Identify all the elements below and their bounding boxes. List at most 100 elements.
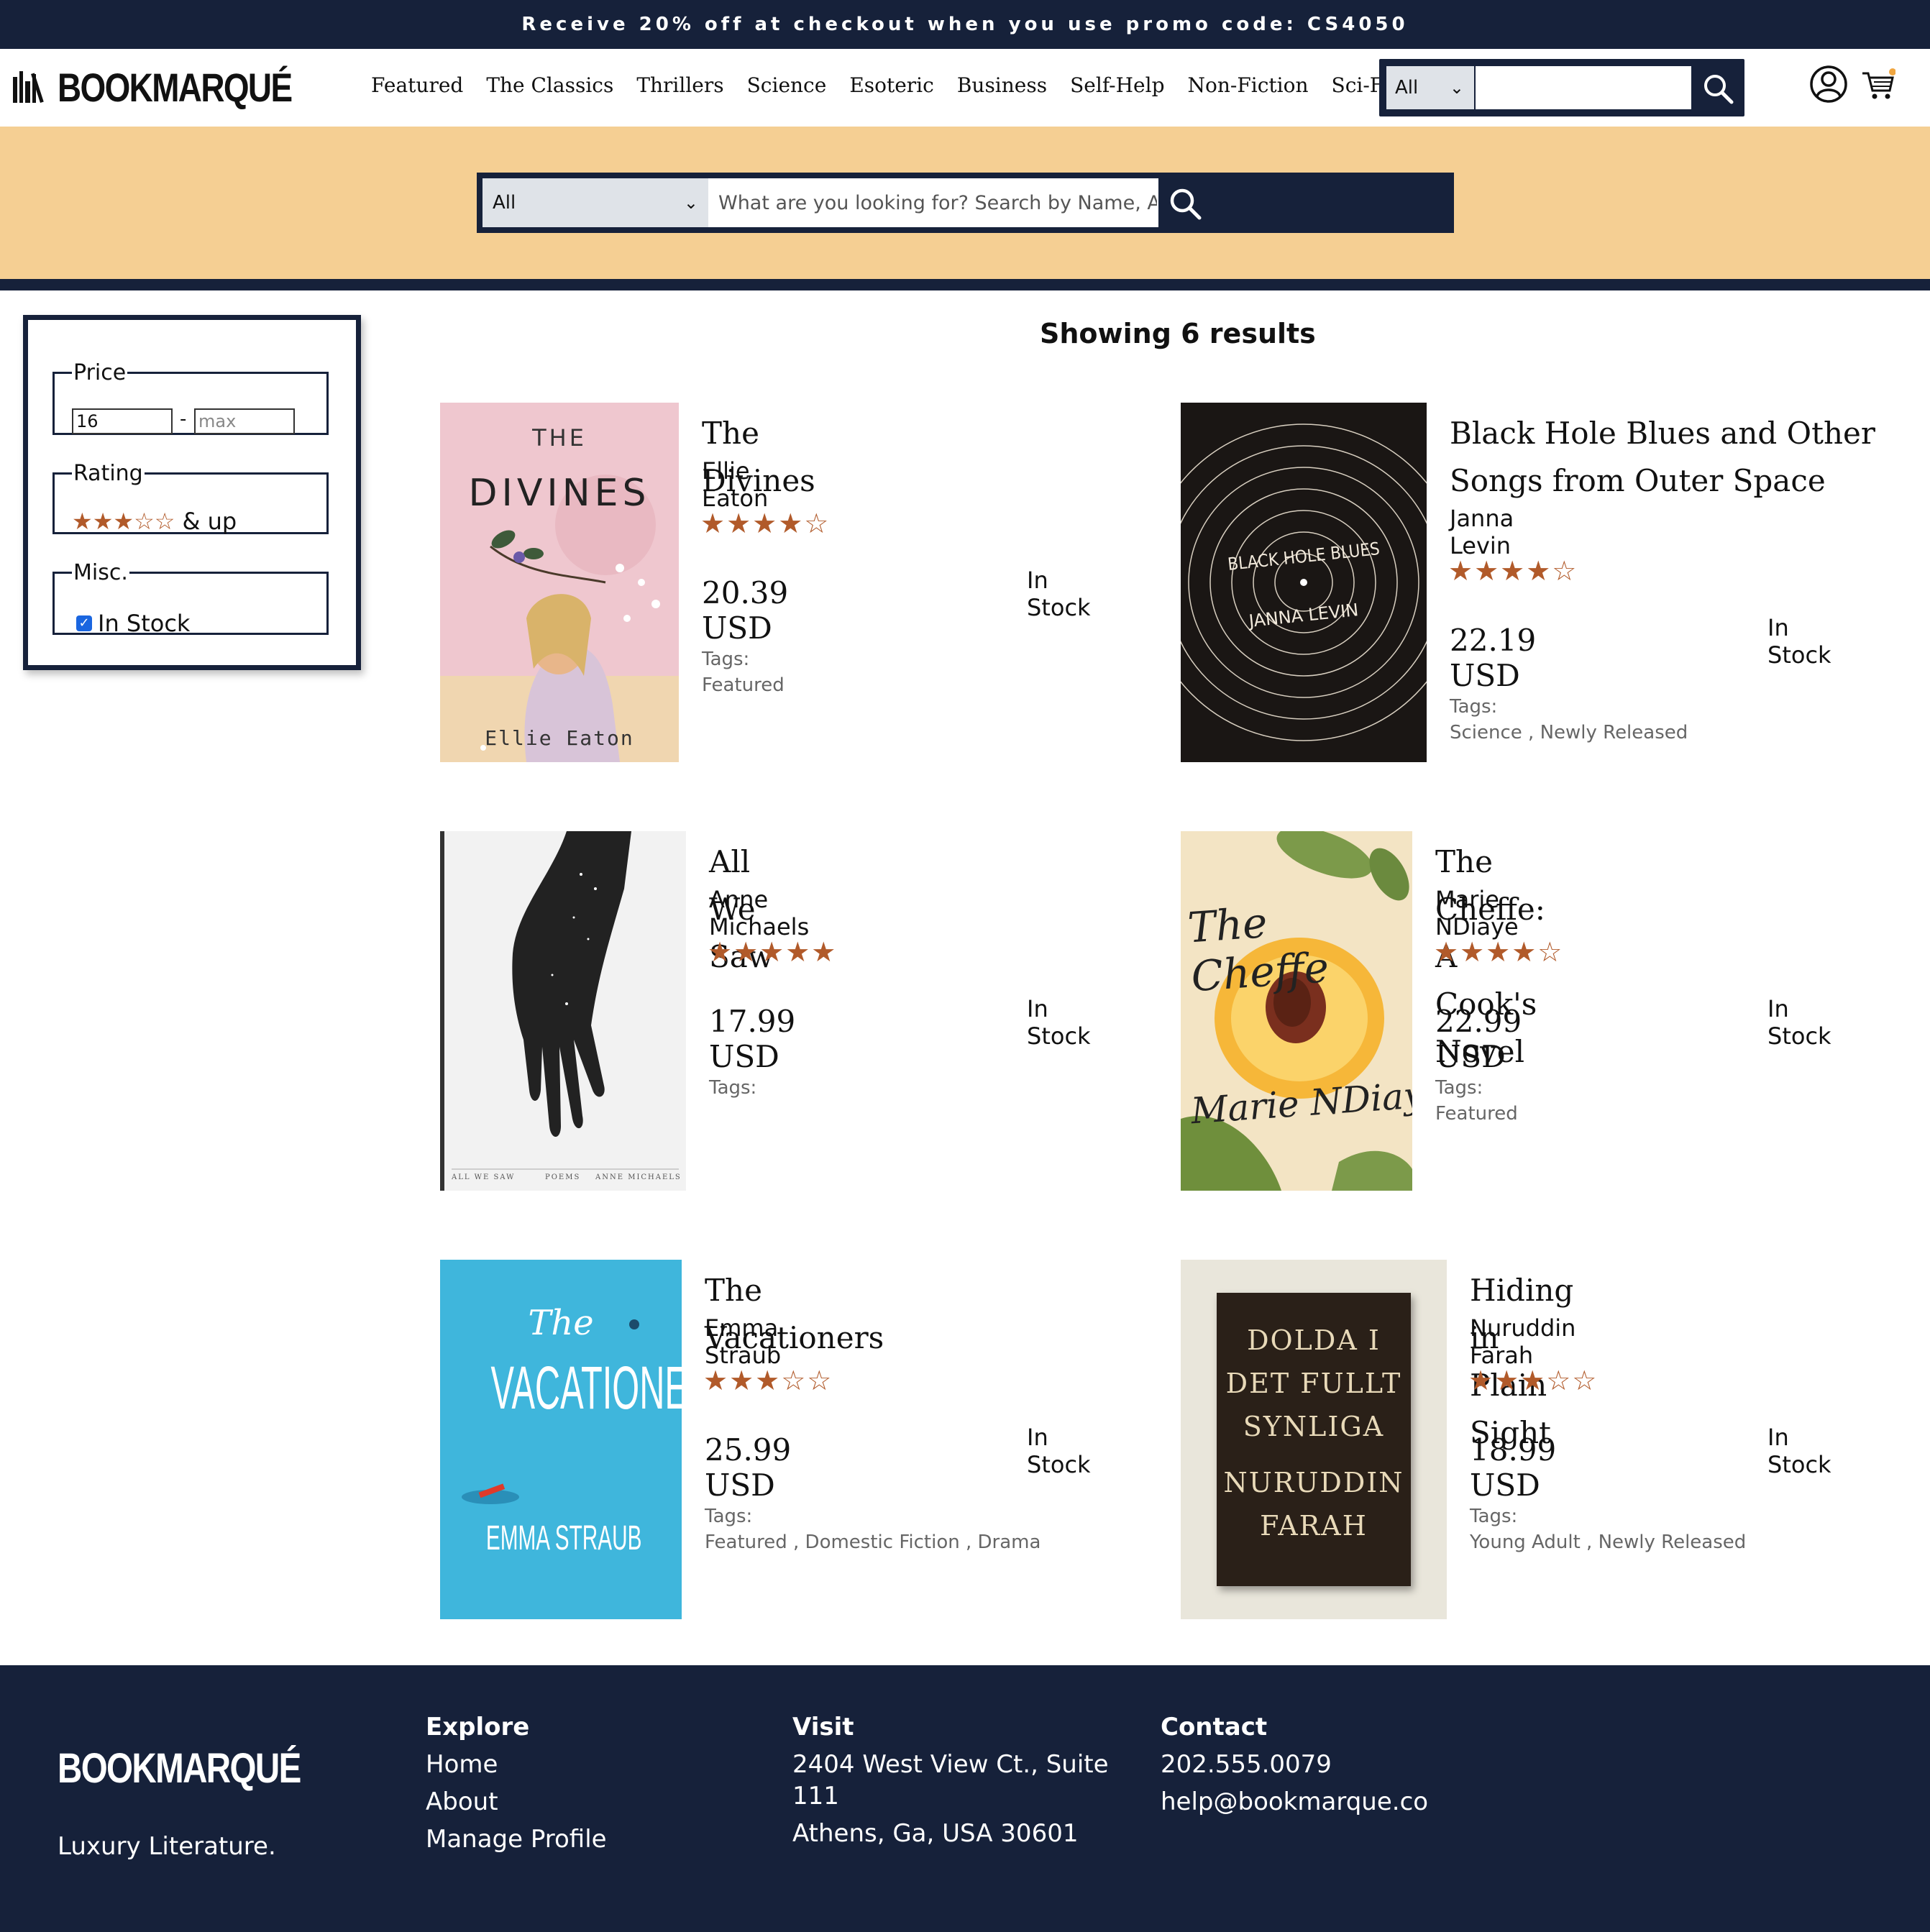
cover-text: ANNE MICHAELS: [595, 1173, 682, 1181]
cover-text: ALL WE SAW: [452, 1173, 516, 1181]
results-count: Showing 6 results: [1040, 318, 1316, 349]
header-search: All ⌄: [1379, 59, 1744, 116]
product-tags[interactable]: Science , Newly Released: [1450, 722, 1688, 743]
cover-text: The: [528, 1303, 594, 1343]
site-footer: BOOKMARQUÉ Luxury Literature. Explore Ho…: [0, 1665, 1930, 1932]
tags-label: Tags:: [1450, 696, 1498, 718]
stock-status: In Stock: [1767, 614, 1831, 669]
nav-self-help[interactable]: Self-Help: [1070, 73, 1164, 97]
cover-text: DET FULLT: [1225, 1368, 1402, 1399]
nav-the-classics[interactable]: The Classics: [486, 73, 613, 97]
product-price: 22.19 USD: [1450, 623, 1537, 693]
footer-address-line: Athens, Ga, USA 30601: [792, 1819, 1079, 1848]
site-header: BOOKMARQUÉ Featured The Classics Thrille…: [0, 49, 1930, 127]
product-tags[interactable]: Young Adult , Newly Released: [1470, 1532, 1746, 1553]
rating-legend: Rating: [73, 461, 143, 486]
product-title[interactable]: Black Hole Blues and Other Songs from Ou…: [1450, 410, 1881, 505]
main-search-input[interactable]: [708, 178, 1158, 227]
product-tags[interactable]: Featured: [1435, 1103, 1518, 1125]
product-author: Anne Michaels: [709, 886, 810, 940]
rating-filter: Rating ★ ★ ★ ☆ ☆ & up: [52, 461, 329, 535]
product-price: 17.99 USD: [709, 1004, 796, 1074]
product-rating: ★★★★☆: [1448, 555, 1578, 587]
cover-text: EMMA STRAUB: [485, 1519, 642, 1557]
footer-logo[interactable]: BOOKMARQUÉ: [58, 1744, 301, 1793]
product-rating: ★★★★☆: [1434, 936, 1564, 968]
product-rating: ★★★★★: [708, 936, 838, 968]
bookshelf-icon: [13, 71, 50, 103]
rating-selector[interactable]: ★ ★ ★ ☆ ☆ & up: [72, 508, 237, 535]
price-legend: Price: [73, 360, 127, 385]
search-icon[interactable]: [1167, 186, 1203, 221]
footer-email[interactable]: help@bookmarque.co: [1161, 1783, 1428, 1821]
promo-banner: Receive 20% off at checkout when you use…: [0, 0, 1930, 49]
header-search-input[interactable]: [1476, 66, 1691, 109]
star-filled-icon[interactable]: ★: [93, 508, 114, 535]
main-nav: Featured The Classics Thrillers Science …: [371, 73, 1413, 97]
price-separator: -: [180, 408, 187, 430]
misc-legend: Misc.: [73, 560, 128, 585]
stock-status: In Stock: [1027, 567, 1091, 621]
footer-address-line: 2404 West View Ct., Suite: [792, 1750, 1109, 1779]
cover-text: Ellie Eaton: [485, 726, 634, 750]
main-category-select[interactable]: All ⌄: [482, 178, 708, 227]
user-account-icon[interactable]: [1809, 65, 1848, 104]
book-cover-image[interactable]: The VACATIONERS EMMA STRAUB: [440, 1260, 682, 1619]
product-price: 22.99 USD: [1435, 1004, 1522, 1074]
chevron-down-icon: ⌄: [1449, 78, 1464, 98]
nav-science[interactable]: Science: [747, 73, 827, 97]
cover-text-block: DOLDA I DET FULLT SYNLIGA NURUDDIN FARAH: [1217, 1319, 1411, 1547]
cover-text: DIVINES: [468, 472, 651, 515]
book-cover-image[interactable]: DOLDA I DET FULLT SYNLIGA NURUDDIN FARAH: [1181, 1260, 1447, 1619]
footer-heading: Contact: [1161, 1713, 1268, 1741]
nav-thrillers[interactable]: Thrillers: [636, 73, 723, 97]
price-max-input[interactable]: max: [194, 408, 295, 434]
product-rating: ★★★★☆: [700, 508, 831, 539]
product-author: Ellie Eaton: [702, 457, 769, 512]
product-author: Janna Levin: [1450, 505, 1514, 559]
price-min-input[interactable]: 16: [72, 408, 173, 434]
hero-divider: [0, 279, 1930, 290]
stock-status: In Stock: [1767, 1424, 1831, 1478]
book-cover-image[interactable]: ALL WE SAW POEMS ANNE MICHAELS: [440, 831, 686, 1191]
product-tags[interactable]: Featured: [702, 674, 785, 696]
nav-esoteric[interactable]: Esoteric: [849, 73, 934, 97]
star-empty-icon[interactable]: ☆: [134, 508, 155, 535]
product-author: Marie NDiaye: [1435, 886, 1519, 940]
product-author: Emma Straub: [705, 1314, 782, 1369]
search-icon[interactable]: [1701, 72, 1734, 105]
nav-business[interactable]: Business: [957, 73, 1047, 97]
in-stock-option[interactable]: ✓ In Stock: [76, 610, 190, 637]
tags-label: Tags:: [702, 649, 750, 670]
tags-label: Tags:: [1435, 1077, 1483, 1099]
cover-text: POEMS: [545, 1173, 581, 1181]
stock-status: In Stock: [1767, 995, 1831, 1050]
star-filled-icon[interactable]: ★: [72, 508, 93, 535]
book-cover-image[interactable]: THE DIVINES Ellie Eaton: [440, 403, 679, 762]
footer-link-manage-profile[interactable]: Manage Profile: [426, 1821, 607, 1858]
in-stock-checkbox[interactable]: ✓: [76, 615, 92, 631]
footer-link-about[interactable]: About: [426, 1783, 607, 1821]
site-logo[interactable]: BOOKMARQUÉ: [13, 63, 343, 111]
book-cover-image[interactable]: BLACK HOLE BLUES JANNA LEVIN: [1181, 403, 1427, 762]
chevron-down-icon: ⌄: [683, 193, 698, 213]
product-tags[interactable]: Featured , Domestic Fiction , Drama: [705, 1532, 1041, 1553]
footer-link-home[interactable]: Home: [426, 1746, 607, 1783]
nav-non-fiction[interactable]: Non-Fiction: [1188, 73, 1309, 97]
header-category-select[interactable]: All ⌄: [1386, 66, 1474, 109]
book-cover-image[interactable]: The Cheffe Marie NDiaye: [1181, 831, 1412, 1191]
star-empty-icon[interactable]: ☆: [155, 508, 175, 535]
shopping-cart-icon[interactable]: [1861, 68, 1895, 102]
cover-text: NURUDDIN: [1223, 1467, 1404, 1498]
footer-visit: Visit 2404 West View Ct., Suite 111 Athe…: [792, 1708, 1109, 1852]
footer-phone[interactable]: 202.555.0079: [1161, 1746, 1428, 1783]
nav-featured[interactable]: Featured: [371, 73, 463, 97]
stock-status: In Stock: [1027, 1424, 1091, 1478]
footer-tagline: Luxury Literature.: [58, 1832, 276, 1861]
cover-text: FARAH: [1260, 1510, 1368, 1542]
cover-text: THE: [532, 424, 587, 452]
header-category-value: All: [1395, 77, 1419, 99]
star-filled-icon[interactable]: ★: [113, 508, 134, 535]
in-stock-label: In Stock: [98, 610, 191, 637]
product-price: 18.99 USD: [1470, 1432, 1557, 1503]
